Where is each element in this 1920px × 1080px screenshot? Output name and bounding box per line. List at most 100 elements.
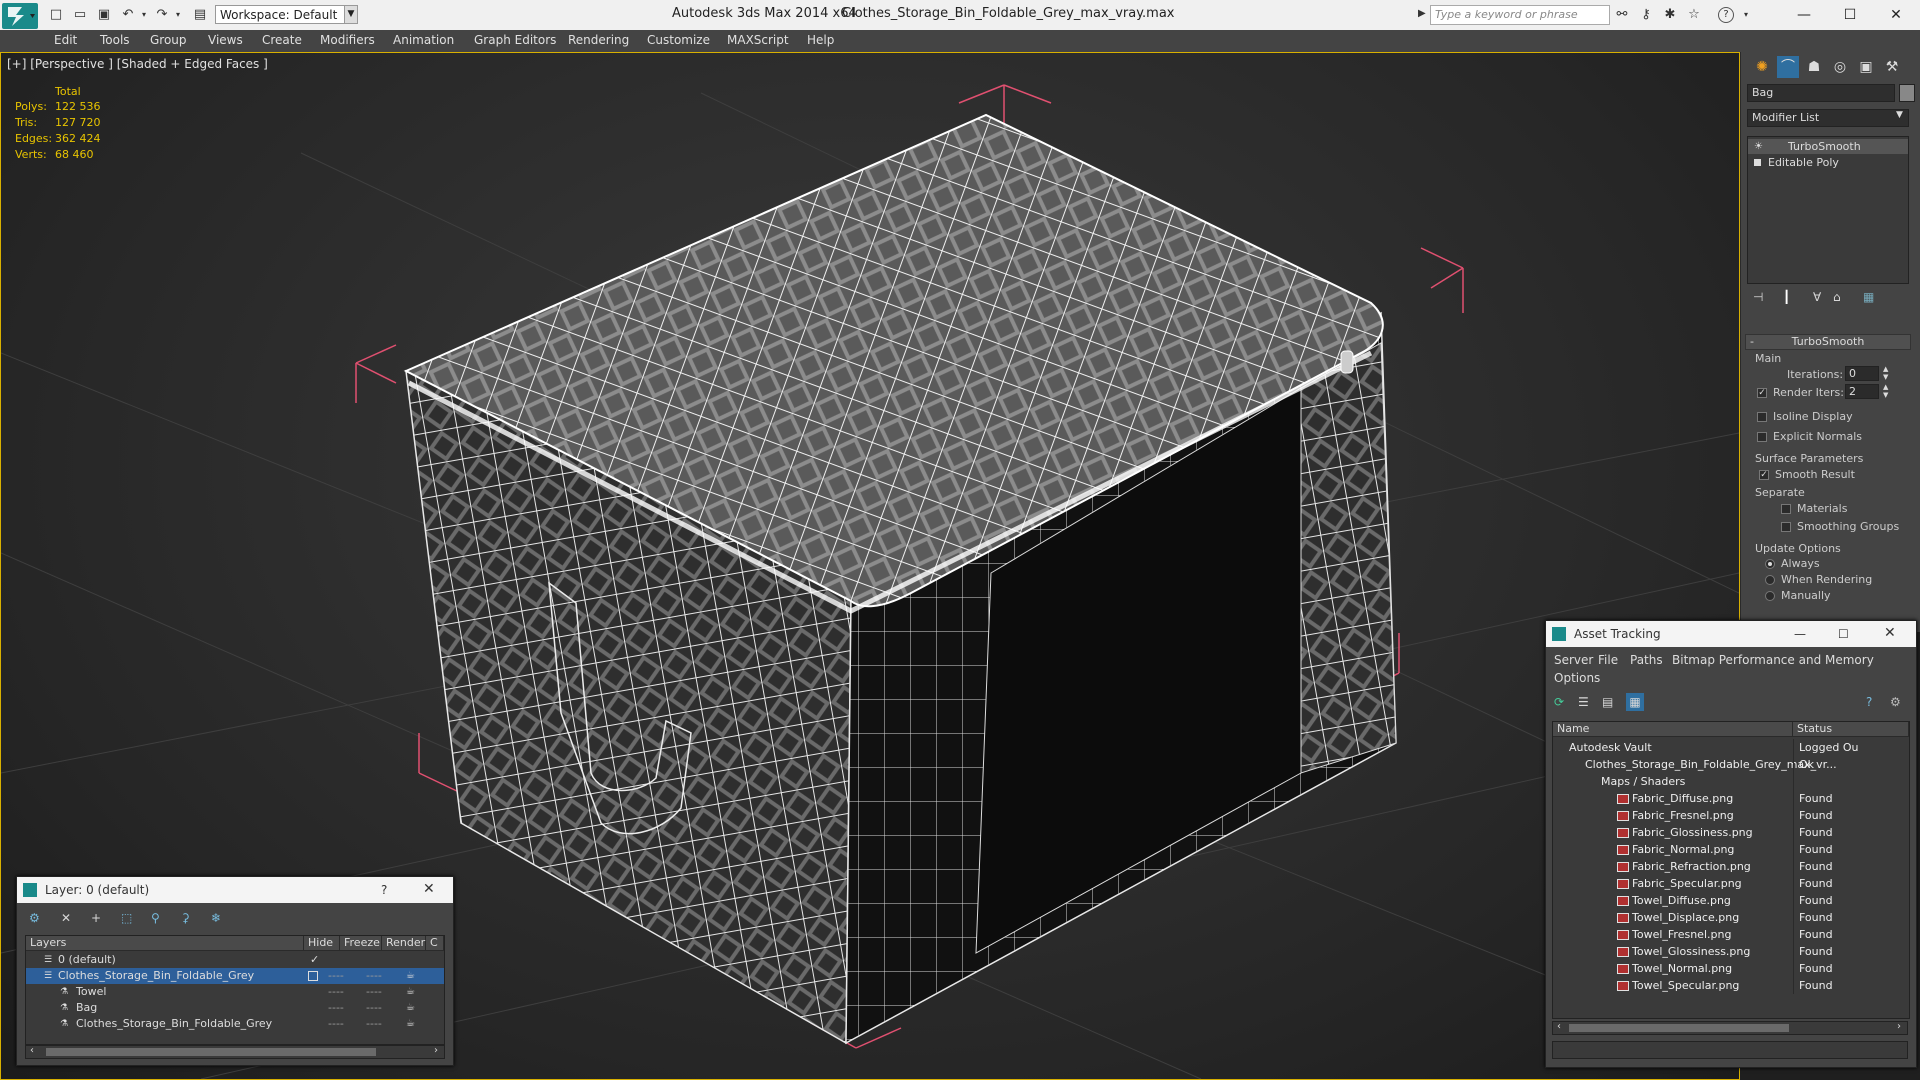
help-icon[interactable]: ? — [381, 883, 387, 897]
new-layer-icon[interactable]: ⚙ — [29, 911, 40, 925]
menu-animation[interactable]: Animation — [393, 33, 454, 47]
favorites-star-icon[interactable]: ☆ — [1686, 7, 1702, 23]
render-iters-spinner[interactable]: 2 — [1845, 384, 1879, 399]
col-freeze[interactable]: Freeze — [340, 936, 382, 951]
redo-icon[interactable]: ↷ — [154, 7, 170, 23]
key-icon[interactable]: ⚷ — [1638, 7, 1654, 23]
menu-create[interactable]: Create — [262, 33, 302, 47]
teapot-render-icon[interactable]: ☕ — [406, 984, 415, 1000]
configure-sets-icon[interactable]: ▦ — [1863, 290, 1874, 304]
asset-row[interactable]: Towel_Normal.png Found — [1553, 960, 1909, 977]
layer-row[interactable]: ☰ Clothes_Storage_Bin_Foldable_Grey ----… — [26, 968, 444, 984]
asset-row[interactable]: Maps / Shaders — [1553, 773, 1909, 790]
select-objects-icon[interactable]: ⬚ — [121, 911, 132, 925]
display-tab-icon[interactable]: ▣ — [1855, 56, 1877, 78]
col-status[interactable]: Status — [1793, 722, 1909, 737]
refresh-icon[interactable]: ⟳ — [1554, 695, 1564, 709]
scroll-right-icon[interactable]: › — [1897, 1021, 1901, 1032]
pin-stack-icon[interactable]: ⊣ — [1753, 290, 1763, 304]
close-icon[interactable]: ✕ — [1876, 3, 1916, 27]
freeze-all-icon[interactable]: ❄ — [211, 911, 221, 925]
menu-modifiers[interactable]: Modifiers — [320, 33, 375, 47]
asset-row[interactable]: Towel_Displace.png Found — [1553, 909, 1909, 926]
stack-item-turbosmooth[interactable]: ☀ TurboSmooth — [1748, 139, 1908, 154]
when-rendering-radio[interactable] — [1765, 575, 1775, 585]
col-layers[interactable]: Layers — [26, 936, 304, 951]
teapot-render-icon[interactable]: ☕ — [406, 1016, 415, 1032]
layer-hscrollbar[interactable]: ‹ › — [25, 1045, 445, 1059]
viewport-label[interactable]: [+] [Perspective ] [Shaded + Edged Faces… — [7, 57, 268, 71]
isoline-checkbox[interactable] — [1757, 412, 1767, 422]
layer-row[interactable]: ⚗ Clothes_Storage_Bin_Foldable_Grey ----… — [26, 1016, 444, 1032]
object-color-swatch[interactable] — [1899, 84, 1915, 102]
undo-icon[interactable]: ↶ — [120, 7, 136, 23]
undo-dropdown-icon[interactable]: ▾ — [136, 7, 152, 23]
highlight-layer-icon[interactable]: ⚲ — [151, 911, 160, 925]
smoothing-groups-checkbox[interactable] — [1781, 522, 1791, 532]
menu-customize[interactable]: Customize — [647, 33, 710, 47]
asset-row[interactable]: Clothes_Storage_Bin_Foldable_Grey_max_vr… — [1553, 756, 1909, 773]
community-icon[interactable]: ✱ — [1662, 7, 1678, 23]
asset-row[interactable]: Towel_Fresnel.png Found — [1553, 926, 1909, 943]
search-expand-icon[interactable]: ▶ — [1418, 8, 1426, 19]
smooth-result-checkbox[interactable]: ✓ — [1759, 470, 1769, 480]
project-folder-icon[interactable]: ▤ — [192, 7, 208, 23]
asset-row[interactable]: Fabric_Glossiness.png Found — [1553, 824, 1909, 841]
help-icon[interactable]: ? — [1866, 695, 1872, 709]
show-end-result-icon[interactable]: ┃ — [1783, 290, 1790, 304]
menu-bitmap-performance[interactable]: Bitmap Performance and Memory — [1672, 653, 1874, 667]
scroll-right-icon[interactable]: › — [434, 1045, 438, 1056]
always-radio[interactable] — [1765, 559, 1775, 569]
scroll-left-icon[interactable]: ‹ — [1557, 1021, 1561, 1032]
hierarchy-tab-icon[interactable]: ☗ — [1803, 56, 1825, 78]
asset-row[interactable]: Fabric_Specular.png Found — [1553, 875, 1909, 892]
asset-row[interactable]: Fabric_Fresnel.png Found — [1553, 807, 1909, 824]
set-current-box[interactable] — [308, 971, 318, 981]
delete-layer-icon[interactable]: ✕ — [61, 911, 71, 925]
object-name-input[interactable]: Bag — [1747, 84, 1895, 102]
spinner-arrows-icon[interactable]: ▲ ▼ — [1883, 383, 1888, 399]
menu-views[interactable]: Views — [208, 33, 243, 47]
maximize-icon[interactable]: ☐ — [1830, 3, 1870, 27]
asset-row[interactable]: Towel_Specular.png Found — [1553, 977, 1909, 994]
menu-file[interactable]: File — [1598, 653, 1618, 667]
minimize-icon[interactable]: — — [1794, 627, 1806, 641]
manually-radio[interactable] — [1765, 591, 1775, 601]
menu-edit[interactable]: Edit — [54, 33, 77, 47]
new-file-icon[interactable]: □ — [48, 7, 64, 23]
render-iters-checkbox[interactable]: ✓ — [1757, 388, 1767, 398]
asset-row[interactable]: Fabric_Refraction.png Found — [1553, 858, 1909, 875]
menu-options[interactable]: Options — [1554, 671, 1600, 685]
help-dropdown-icon[interactable]: ▾ — [1738, 7, 1754, 23]
asset-dialog-titlebar[interactable]: Asset Tracking — ☐ ✕ — [1546, 621, 1916, 647]
col-hide[interactable]: Hide — [304, 936, 340, 951]
col-name[interactable]: Name — [1553, 722, 1793, 737]
menu-graph-editors[interactable]: Graph Editors — [474, 33, 556, 47]
chevron-down-icon[interactable]: ▼ — [1896, 110, 1903, 120]
asset-path-field[interactable] — [1552, 1041, 1908, 1059]
make-unique-icon[interactable]: ∀ — [1813, 290, 1821, 304]
table-view-icon[interactable]: ▤ — [1602, 695, 1613, 709]
menu-rendering[interactable]: Rendering — [568, 33, 629, 47]
chevron-down-icon[interactable]: ▼ — [344, 5, 358, 24]
remove-modifier-icon[interactable]: ⌂ — [1833, 290, 1841, 304]
menu-tools[interactable]: Tools — [100, 33, 130, 47]
menu-paths[interactable]: Paths — [1630, 653, 1663, 667]
scroll-thumb[interactable] — [1569, 1024, 1789, 1032]
redo-dropdown-icon[interactable]: ▾ — [170, 7, 186, 23]
asset-hscrollbar[interactable]: ‹ › — [1552, 1021, 1908, 1035]
asset-row[interactable]: Towel_Glossiness.png Found — [1553, 943, 1909, 960]
layer-row[interactable]: ⚗ Bag ---- ---- ☕ — [26, 1000, 444, 1016]
scroll-left-icon[interactable]: ‹ — [30, 1045, 34, 1056]
layer-row[interactable]: ⚗ Towel ---- ---- ☕ — [26, 984, 444, 1000]
grid-view-icon[interactable]: ▦ — [1626, 693, 1644, 711]
workspace-dropdown[interactable]: Workspace: Default — [215, 5, 355, 24]
asset-row[interactable]: Fabric_Normal.png Found — [1553, 841, 1909, 858]
close-icon[interactable]: ✕ — [423, 881, 435, 897]
menu-server[interactable]: Server — [1554, 653, 1593, 667]
help-icon[interactable]: ? — [1718, 7, 1734, 23]
list-view-icon[interactable]: ☰ — [1578, 695, 1589, 709]
maximize-icon[interactable]: ☐ — [1838, 627, 1849, 641]
hide-all-icon[interactable]: ⚳ — [181, 911, 190, 925]
menu-group[interactable]: Group — [150, 33, 187, 47]
